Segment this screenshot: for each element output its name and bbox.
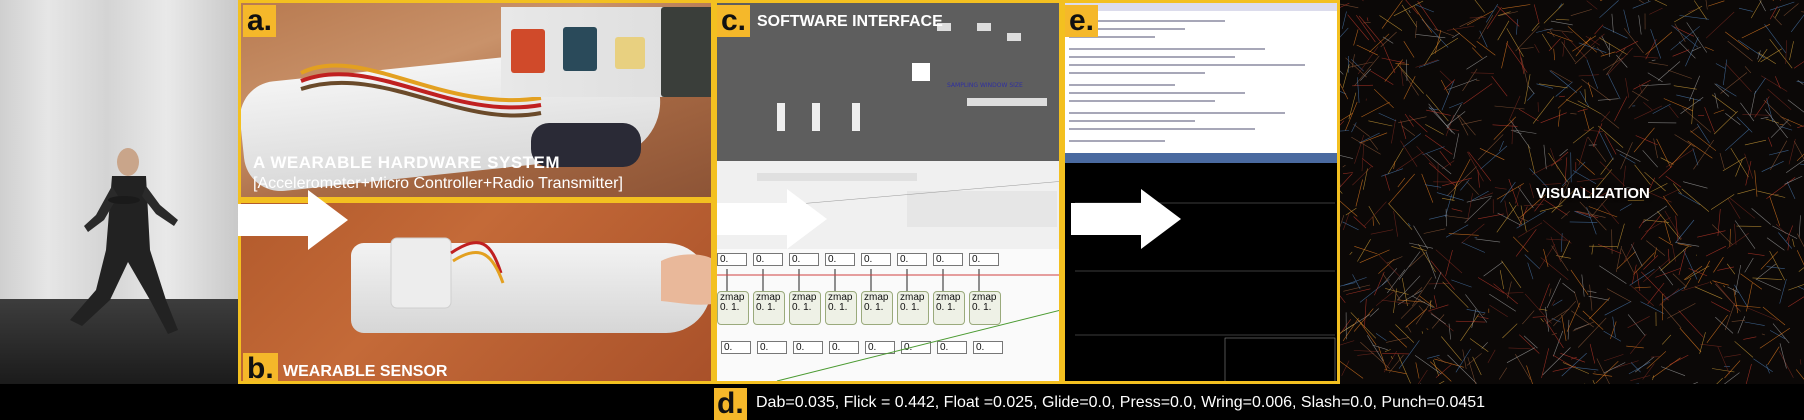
visualization-panel: VISUALIZATION	[1340, 0, 1804, 384]
badge-a: a.	[243, 5, 277, 37]
panel-a-hardware-system: a. A WEARABLE HARDWARE SYSTEM [Accelerom…	[238, 0, 714, 200]
panel-d-caption: d. Dab=0.035, Flick = 0.442, Float =0.02…	[714, 384, 1804, 420]
zmap-grid: 0. 0. 0. 0. 0. 0. 0. 0. zmap 0. 1. zmap 0.…	[717, 249, 1059, 381]
effort-values: Dab=0.035, Flick = 0.442, Float =0.025, …	[756, 394, 1486, 411]
panel-c-software-interface: SAMPLING WINDOW SIZE c. SOFTWARE INTERFA…	[714, 0, 1062, 384]
dancer-figure	[70, 148, 178, 334]
code-editor-window	[1065, 3, 1337, 163]
accelerometer-board	[511, 29, 545, 73]
badge-d: d.	[714, 388, 747, 420]
arrow-right-icon	[238, 190, 348, 250]
components-inset	[501, 7, 711, 97]
dancer-photo	[0, 0, 238, 384]
badge-e: e.	[1065, 5, 1099, 37]
panel-e-code-editor: e.	[1062, 0, 1340, 384]
caption-a-title: A WEARABLE HARDWARE SYSTEM	[253, 153, 561, 172]
caption-b: WEARABLE SENSOR	[283, 363, 448, 380]
code-lines	[1065, 3, 1337, 163]
software-interface-title: SOFTWARE INTERFACE	[757, 13, 943, 30]
arrow-right-icon-2	[717, 189, 827, 249]
radio-transmitter	[563, 27, 597, 71]
svg-text:SAMPLING WINDOW SIZE: SAMPLING WINDOW SIZE	[947, 82, 1023, 89]
battery	[615, 37, 645, 69]
badge-c: c.	[717, 5, 751, 37]
arrow-right-icon-3	[1071, 189, 1181, 249]
badge-b: b.	[243, 353, 278, 381]
micro-controller	[661, 7, 711, 97]
visualization-label: VISUALIZATION	[1536, 185, 1650, 202]
patch-cords	[717, 269, 1059, 381]
